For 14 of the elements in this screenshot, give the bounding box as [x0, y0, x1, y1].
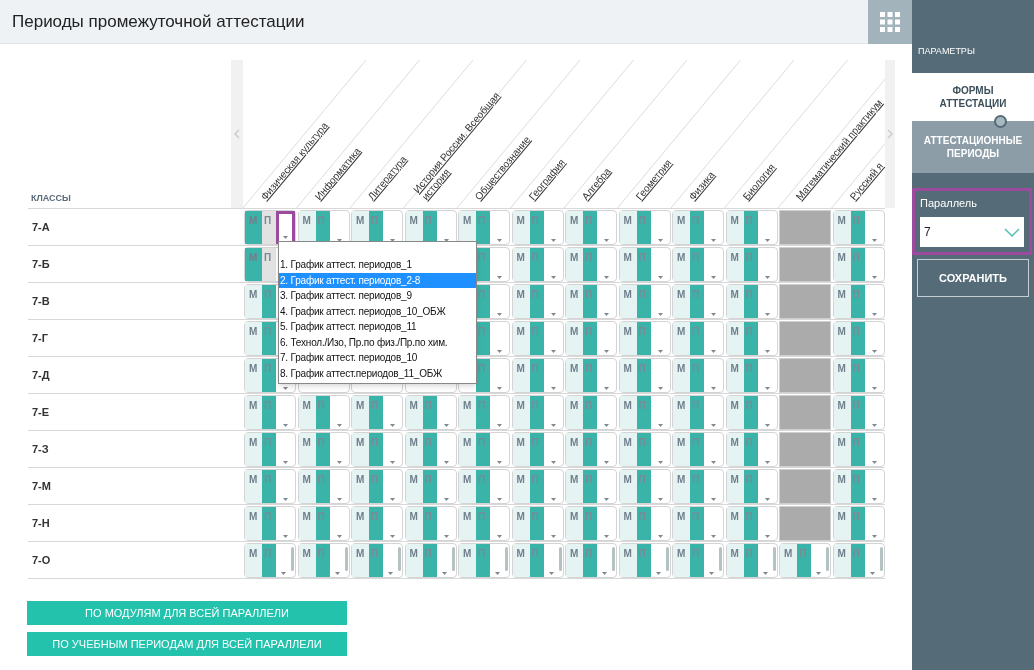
class-label: 7-З: [32, 441, 49, 457]
class-label: 7-Н: [32, 515, 50, 531]
panel-heading: ПАРАМЕТРЫ: [917, 45, 976, 58]
class-label: 7-М: [32, 478, 51, 494]
class-label: 7-Б: [32, 256, 50, 272]
class-label: 7-Г: [32, 330, 49, 346]
class-label: 7-О: [32, 552, 51, 568]
class-label: 7-А: [32, 219, 50, 235]
page-title: Периоды промежуточной аттестации: [11, 10, 305, 33]
class-label: 7-В: [32, 293, 50, 309]
class-label: 7-Е: [32, 404, 50, 420]
column-heading: КЛАССЫ: [30, 191, 71, 205]
class-label: 7-Д: [32, 367, 50, 383]
field-label: Параллель: [920, 195, 978, 211]
